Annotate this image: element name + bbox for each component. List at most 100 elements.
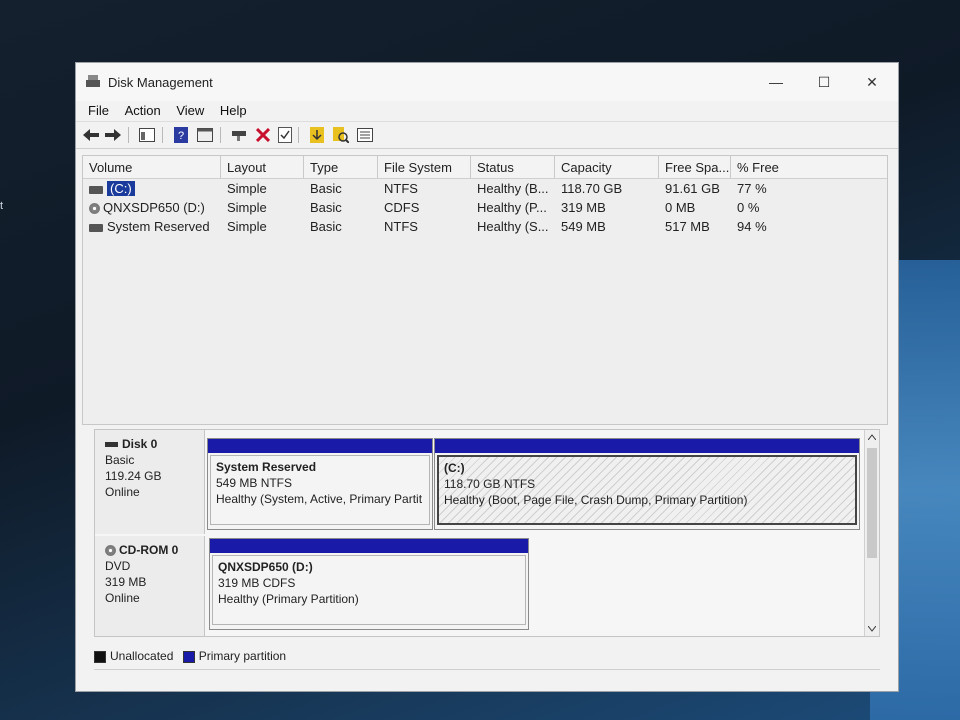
partition-name: (C:)	[444, 461, 465, 475]
disk-management-window: Disk Management — ☐ ✕ File Action View H…	[75, 62, 899, 692]
capacity-cell: 118.70 GB	[561, 181, 623, 196]
free-space-cell: 91.61 GB	[665, 181, 720, 196]
capacity-cell: 319 MB	[561, 200, 606, 215]
legend-primary: Primary partition	[198, 649, 287, 663]
menu-help[interactable]: Help	[214, 101, 253, 121]
volume-cell: (C:)	[83, 179, 221, 198]
console-icon[interactable]	[196, 126, 214, 144]
check-icon[interactable]	[276, 126, 294, 144]
capacity-cell: 549 MB	[561, 219, 606, 234]
column-capacity[interactable]: Capacity	[555, 156, 659, 178]
title-bar[interactable]: Disk Management — ☐ ✕	[76, 63, 898, 101]
toolbar-separator	[128, 127, 129, 143]
volume-name: (C:)	[107, 181, 135, 196]
type-cell: Basic	[310, 181, 342, 196]
volume-row[interactable]: QNXSDP650 (D:) Simple Basic CDFS Healthy…	[83, 198, 887, 217]
column-layout[interactable]: Layout	[221, 156, 304, 178]
scrollbar-thumb[interactable]	[867, 448, 877, 558]
volume-row[interactable]: System Reserved Simple Basic NTFS Health…	[83, 217, 887, 236]
cd-icon	[105, 545, 116, 557]
partition-system-reserved[interactable]: System Reserved 549 MB NTFS Healthy (Sys…	[207, 438, 433, 530]
disk-0-label[interactable]: Disk 0 Basic 119.24 GB Online	[95, 430, 205, 534]
status-cell: Healthy (P...	[477, 200, 547, 215]
partition-detail: 549 MB NTFS	[216, 476, 293, 490]
disk-state: Online	[105, 485, 140, 499]
primary-partition-bar	[210, 539, 528, 553]
column-volume[interactable]: Volume	[83, 156, 221, 178]
status-bar	[94, 669, 880, 688]
import-icon[interactable]	[308, 126, 326, 144]
column-percent-free[interactable]: % Free	[731, 156, 891, 178]
partition-status: Healthy (Boot, Page File, Crash Dump, Pr…	[444, 493, 748, 507]
primary-partition-bar	[435, 439, 859, 453]
type-cell: Basic	[310, 219, 342, 234]
partition-body: System Reserved 549 MB NTFS Healthy (Sys…	[210, 455, 430, 525]
type-cell: Basic	[310, 200, 342, 215]
scroll-up-icon[interactable]	[868, 434, 876, 440]
list-icon[interactable]	[356, 126, 374, 144]
delete-icon[interactable]	[254, 126, 272, 144]
fs-cell: NTFS	[384, 219, 418, 234]
status-cell: Healthy (S...	[477, 219, 549, 234]
primary-partition-swatch	[182, 650, 195, 663]
percent-free-cell: 0 %	[737, 200, 760, 215]
back-icon[interactable]	[82, 126, 100, 144]
free-space-cell: 517 MB	[665, 219, 710, 234]
menu-file[interactable]: File	[82, 101, 115, 121]
fs-cell: CDFS	[384, 200, 420, 215]
forward-icon[interactable]	[104, 126, 122, 144]
volume-name: System Reserved	[107, 219, 210, 234]
column-type[interactable]: Type	[304, 156, 378, 178]
partition-d[interactable]: QNXSDP650 (D:) 319 MB CDFS Healthy (Prim…	[209, 538, 529, 630]
toolbar: ?	[76, 121, 898, 149]
toolbar-separator	[162, 127, 163, 143]
minimize-button[interactable]: —	[756, 69, 796, 95]
menu-view[interactable]: View	[170, 101, 210, 121]
layout-cell: Simple	[227, 219, 267, 234]
volume-name: QNXSDP650 (D:)	[103, 200, 205, 215]
percent-free-cell: 94 %	[737, 219, 767, 234]
disk-kind: DVD	[105, 559, 131, 573]
scroll-down-icon[interactable]	[868, 626, 876, 632]
partition-status: Healthy (System, Active, Primary Partit	[216, 492, 423, 506]
column-status[interactable]: Status	[471, 156, 555, 178]
cdrom-0-label[interactable]: CD-ROM 0 DVD 319 MB Online	[95, 536, 205, 636]
legend-unallocated: Unallocated	[110, 649, 174, 663]
close-button[interactable]: ✕	[852, 69, 892, 95]
connect-icon[interactable]	[230, 126, 248, 144]
partition-c[interactable]: (C:) 118.70 GB NTFS Healthy (Boot, Page …	[434, 438, 860, 530]
volume-row[interactable]: (C:) Simple Basic NTFS Healthy (B... 118…	[83, 179, 887, 198]
menu-bar: File Action View Help	[76, 101, 898, 121]
toolbar-separator	[220, 127, 221, 143]
search-icon[interactable]	[332, 126, 350, 144]
volume-list-header: Volume Layout Type File System Status Ca…	[83, 156, 887, 179]
disk-size: 319 MB	[105, 575, 147, 589]
drive-icon	[89, 223, 103, 232]
primary-partition-bar	[208, 439, 432, 453]
legend: Unallocated Primary partition	[94, 646, 286, 666]
maximize-button[interactable]: ☐	[804, 69, 844, 95]
disk-graphical-view[interactable]: Disk 0 Basic 119.24 GB Online System Res…	[94, 429, 880, 637]
disk-name: Disk 0	[122, 437, 158, 451]
disk-icon	[105, 442, 118, 448]
menu-action[interactable]: Action	[119, 101, 167, 121]
drive-icon	[89, 185, 103, 194]
volume-cell: QNXSDP650 (D:)	[83, 198, 221, 217]
help-icon[interactable]: ?	[172, 126, 190, 144]
partition-detail: 118.70 GB NTFS	[444, 477, 536, 491]
status-cell: Healthy (B...	[477, 181, 549, 196]
window-title: Disk Management	[108, 75, 213, 90]
free-space-cell: 0 MB	[665, 200, 696, 215]
partition-detail: 319 MB CDFS	[218, 576, 296, 590]
graphical-scrollbar[interactable]	[864, 430, 879, 636]
disk-management-icon	[86, 75, 100, 87]
column-file-system[interactable]: File System	[378, 156, 471, 178]
layout-cell: Simple	[227, 200, 267, 215]
percent-free-cell: 77 %	[737, 181, 767, 196]
toolbar-separator	[298, 127, 299, 143]
column-free-space[interactable]: Free Spa...	[659, 156, 731, 178]
volume-list[interactable]: Volume Layout Type File System Status Ca…	[82, 155, 888, 425]
svg-text:?: ?	[178, 130, 184, 142]
properties-icon[interactable]	[138, 126, 156, 144]
disk-size: 119.24 GB	[105, 469, 162, 483]
